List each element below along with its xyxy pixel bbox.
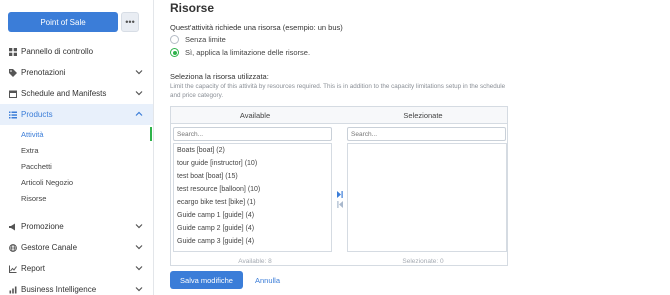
selected-count: Selezionate: 0 — [402, 257, 444, 265]
active-indicator — [150, 127, 152, 141]
grid-icon — [8, 47, 17, 56]
globe-icon — [8, 243, 17, 252]
save-button[interactable]: Salva modifiche — [170, 271, 243, 289]
selected-list[interactable] — [347, 143, 507, 252]
sidebar-item-report[interactable]: Report — [0, 258, 153, 279]
list-item[interactable]: tour guide [instructor] (10) — [177, 160, 257, 167]
list-icon — [8, 110, 17, 119]
chevron-down-icon — [135, 224, 143, 229]
sidebar-item-label: Products — [21, 110, 53, 119]
chevron-up-icon — [135, 111, 143, 116]
sidebar-item-label: Schedule and Manifests — [21, 89, 107, 98]
move-all-right-icon[interactable] — [337, 191, 343, 198]
sidebar-subitem-shop-items[interactable]: Articoli Negozio — [21, 178, 73, 187]
megaphone-icon — [8, 222, 17, 231]
sidebar-item-channel-manager[interactable]: Gestore Canale — [0, 237, 153, 258]
sidebar-item-business-intelligence[interactable]: Business Intelligence — [0, 279, 153, 295]
list-item[interactable]: Guide camp 2 [guide] (4) — [177, 225, 254, 232]
sidebar-item-dashboard[interactable]: Pannello di controllo — [0, 41, 153, 62]
available-list[interactable]: Boats [boat] (2) tour guide [instructor]… — [173, 143, 332, 252]
list-item[interactable]: test resource [balloon] (10) — [177, 186, 260, 193]
radio-label: Sì, applica la limitazione delle risorse… — [185, 48, 311, 57]
list-item[interactable]: Guide camp 1 [guide] (4) — [177, 212, 254, 219]
intelligence-icon — [8, 285, 17, 294]
sidebar: Point of Sale ••• Pannello di controllo … — [0, 0, 154, 295]
tag-icon — [8, 68, 17, 77]
list-item[interactable]: ecargo bike test [bike] (1) — [177, 199, 256, 206]
point-of-sale-button[interactable]: Point of Sale — [8, 12, 118, 32]
radio-no-limit[interactable]: Senza limite — [170, 35, 226, 44]
sidebar-item-label: Report — [21, 264, 46, 273]
sidebar-item-label: Prenotazioni — [21, 68, 66, 77]
sidebar-item-bookings[interactable]: Prenotazioni — [0, 62, 153, 83]
sidebar-item-label: Gestore Canale — [21, 243, 78, 252]
sidebar-subitem-activities[interactable]: Attività — [21, 130, 44, 139]
sidebar-item-products[interactable]: Products — [0, 104, 153, 125]
calendar-icon — [8, 89, 17, 98]
sidebar-item-label: Pannello di controllo — [21, 47, 94, 56]
cancel-link[interactable]: Annulla — [255, 276, 280, 285]
chevron-down-icon — [135, 70, 143, 75]
available-header: Available — [171, 107, 339, 124]
available-search-input[interactable] — [173, 127, 332, 141]
resource-question: Quest'attività richiede una risorsa (ese… — [170, 23, 343, 32]
sidebar-item-label: Promozione — [21, 222, 64, 231]
chart-icon — [8, 264, 17, 273]
list-item[interactable]: Boats [boat] (2) — [177, 147, 225, 154]
radio-label: Senza limite — [185, 35, 226, 44]
select-resource-label: Seleziona la risorsa utilizzata: — [170, 72, 269, 81]
available-count: Available: 8 — [238, 257, 272, 265]
list-item[interactable]: Guide camp 3 [guide] (4) — [177, 238, 254, 245]
radio-apply-limit[interactable]: Sì, applica la limitazione delle risorse… — [170, 48, 310, 57]
page-title: Risorse — [170, 1, 215, 15]
dual-list-box: Available Selezionate Boats [boat] (2) t… — [170, 106, 508, 266]
move-all-left-icon[interactable] — [337, 201, 343, 208]
sidebar-item-schedule[interactable]: Schedule and Manifests — [0, 83, 153, 104]
sidebar-subitem-extra[interactable]: Extra — [21, 146, 39, 155]
pos-row: Point of Sale ••• — [8, 12, 139, 32]
sidebar-item-promotion[interactable]: Promozione — [0, 216, 153, 237]
chevron-down-icon — [135, 91, 143, 96]
chevron-down-icon — [135, 245, 143, 250]
chevron-down-icon — [135, 266, 143, 271]
radio-button-selected[interactable] — [170, 48, 179, 57]
list-item[interactable]: test boat [boat] (15) — [177, 173, 238, 180]
sidebar-item-label: Business Intelligence — [21, 285, 97, 294]
transfer-controls — [332, 143, 347, 252]
sidebar-subitem-resources[interactable]: Risorse — [21, 194, 46, 203]
selected-header: Selezionate — [339, 107, 507, 124]
chevron-down-icon — [135, 287, 143, 292]
selected-search-input[interactable] — [347, 127, 506, 141]
select-resource-help: Limit the capacity of this attività by r… — [170, 83, 506, 99]
more-options-button[interactable]: ••• — [121, 12, 139, 32]
sidebar-subitem-packages[interactable]: Pacchetti — [21, 162, 52, 171]
radio-button[interactable] — [170, 35, 179, 44]
